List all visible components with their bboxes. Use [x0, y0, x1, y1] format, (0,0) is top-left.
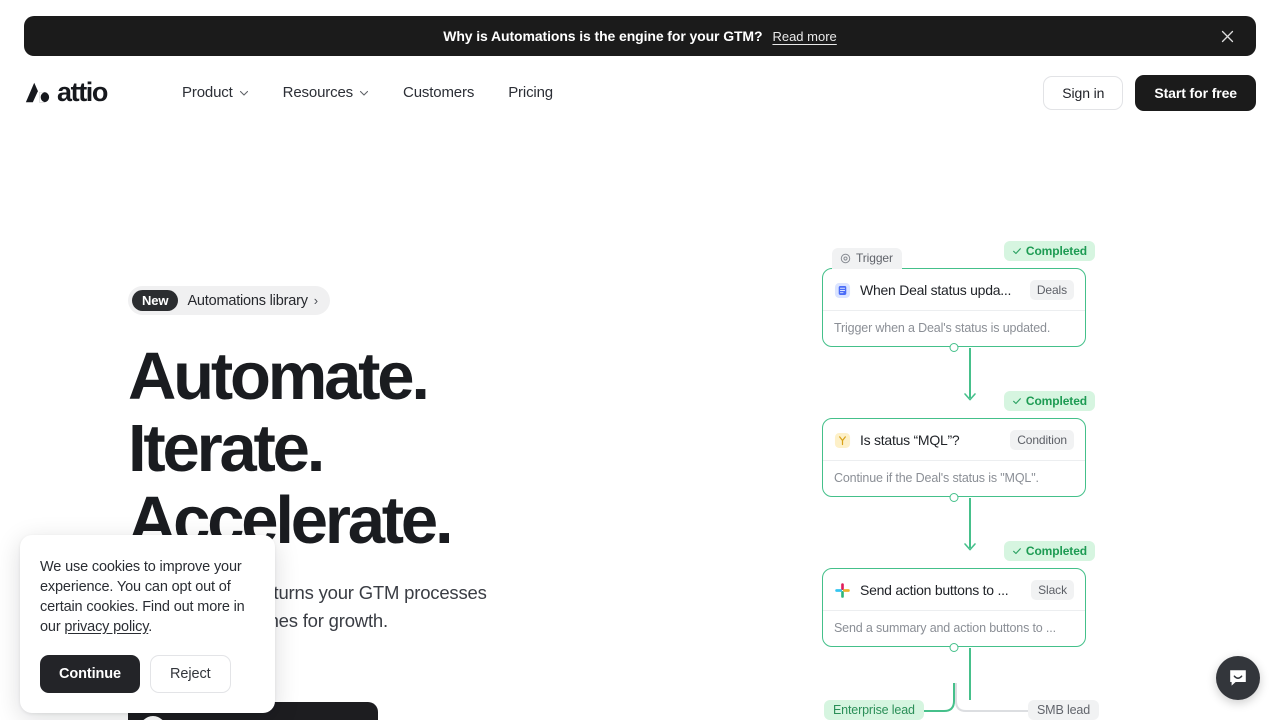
- slack-card[interactable]: Send action buttons to ... Slack Send a …: [822, 568, 1086, 647]
- nav-item-customers[interactable]: Customers: [386, 76, 491, 109]
- condition-card-header: Is status “MQL”? Condition: [823, 419, 1085, 461]
- nav-item-product-label: Product: [182, 84, 233, 101]
- workflow-diagram: Trigger Completed When Deal status upda.…: [760, 228, 1180, 720]
- status-badge: Completed: [1003, 241, 1095, 261]
- node-output-port[interactable]: [949, 493, 959, 502]
- status-badge: Completed: [1003, 541, 1095, 561]
- connector-line-2: [969, 498, 971, 548]
- automations-library-pill[interactable]: New Automations library ›: [128, 286, 331, 315]
- chevron-down-icon: [359, 90, 369, 96]
- workflow-node-condition[interactable]: Completed Is status “MQL”? Condition Con…: [822, 391, 1095, 502]
- slack-icon: [835, 582, 850, 598]
- announcement-banner: Why is Automations is the engine for you…: [24, 16, 1256, 56]
- check-icon: [1012, 398, 1021, 405]
- workflow-node-slack[interactable]: Completed Send action buttons to ... Sla…: [822, 541, 1095, 652]
- chevron-down-icon: [239, 90, 248, 96]
- cookie-banner-actions: Continue Reject: [40, 655, 255, 693]
- status-badge-label: Completed: [1025, 394, 1087, 408]
- slack-card-description: Send a summary and action buttons to ...: [834, 621, 1056, 635]
- branch-split-paths: [847, 683, 1071, 720]
- featured-logo-icon: [140, 716, 166, 720]
- sign-in-button[interactable]: Sign in: [1043, 75, 1124, 110]
- status-badge: Completed: [1003, 391, 1095, 411]
- branch-label-enterprise[interactable]: Enterprise lead: [824, 700, 924, 720]
- cookie-text-after-link: .: [148, 619, 153, 635]
- headline-line-1: Automate.: [128, 339, 430, 414]
- cookie-reject-button[interactable]: Reject: [150, 655, 231, 693]
- branch-condition-icon: [834, 432, 851, 448]
- attio-logo-text: attio: [57, 77, 108, 107]
- nav-item-customers-label: Customers: [403, 84, 475, 101]
- slack-card-tag: Slack: [1031, 580, 1074, 600]
- trigger-card-header: When Deal status upda... Deals: [823, 269, 1085, 311]
- attio-logo-mark: [25, 82, 50, 102]
- nav-item-pricing-label: Pricing: [508, 84, 553, 101]
- trigger-card-description: Trigger when a Deal's status is updated.: [834, 321, 1051, 335]
- page-root: Why is Automations is the engine for you…: [0, 0, 1280, 720]
- automations-library-label: Automations library: [187, 292, 308, 309]
- cookie-banner-text: We use cookies to improve your experienc…: [40, 557, 255, 637]
- condition-tab-row: Completed: [822, 391, 1095, 418]
- page-title: Automate. Iterate. Accelerate.: [128, 341, 688, 557]
- headline-line-2: Iterate.: [128, 411, 325, 486]
- nav-item-resources-label: Resources: [282, 84, 354, 101]
- new-badge: New: [132, 290, 179, 311]
- main-navbar: attio Product Resources Customers Pricin…: [0, 64, 1280, 121]
- node-output-port[interactable]: [949, 343, 959, 352]
- condition-card[interactable]: Is status “MQL”? Condition Continue if t…: [822, 418, 1086, 497]
- chat-bubble-icon: [1230, 670, 1246, 686]
- check-icon: [1012, 248, 1021, 255]
- branch-label-smb[interactable]: SMB lead: [1028, 700, 1099, 720]
- nav-item-pricing[interactable]: Pricing: [491, 76, 570, 109]
- chat-launcher-button[interactable]: [1216, 656, 1260, 700]
- trigger-card[interactable]: When Deal status upda... Deals Trigger w…: [822, 268, 1086, 347]
- trigger-tab-row: Trigger Completed: [822, 241, 1095, 269]
- chevron-right-icon: ›: [313, 293, 319, 308]
- close-icon[interactable]: [1218, 27, 1236, 45]
- nav-actions: Sign in Start for free: [1043, 74, 1256, 111]
- nav-item-product[interactable]: Product: [165, 76, 266, 109]
- status-badge-label: Completed: [1025, 244, 1087, 258]
- workflow-node-trigger[interactable]: Trigger Completed When Deal status upda.…: [822, 241, 1095, 352]
- target-icon: [840, 253, 851, 263]
- node-output-port[interactable]: [949, 643, 959, 652]
- trigger-card-tag: Deals: [1029, 280, 1074, 300]
- announcement-read-more-link[interactable]: Read more: [772, 29, 836, 44]
- slack-tab-row: Completed: [822, 541, 1095, 568]
- announcement-content: Why is Automations is the engine for you…: [443, 28, 837, 44]
- trigger-card-title: When Deal status upda...: [860, 282, 1012, 298]
- attio-logo[interactable]: attio: [24, 77, 108, 107]
- cookie-consent-banner: We use cookies to improve your experienc…: [20, 535, 275, 713]
- trigger-tab-label: Trigger: [856, 251, 893, 265]
- condition-card-tag: Condition: [1010, 430, 1074, 450]
- condition-card-title: Is status “MQL”?: [860, 432, 960, 448]
- nav-links: Product Resources Customers Pricing: [165, 76, 570, 109]
- nav-item-resources[interactable]: Resources: [266, 76, 386, 109]
- start-for-free-button[interactable]: Start for free: [1135, 74, 1256, 111]
- condition-card-description: Continue if the Deal's status is "MQL".: [834, 471, 1039, 485]
- slack-card-title: Send action buttons to ...: [860, 582, 1009, 598]
- status-badge-label: Completed: [1025, 544, 1087, 558]
- check-icon: [1012, 548, 1021, 555]
- slack-card-header: Send action buttons to ... Slack: [823, 569, 1085, 611]
- announcement-text: Why is Automations is the engine for you…: [443, 28, 763, 44]
- privacy-policy-link[interactable]: privacy policy: [64, 619, 148, 635]
- deals-record-icon: [834, 282, 851, 298]
- connector-line-1: [969, 348, 971, 398]
- cookie-continue-button[interactable]: Continue: [40, 655, 141, 693]
- trigger-tab[interactable]: Trigger: [832, 248, 902, 269]
